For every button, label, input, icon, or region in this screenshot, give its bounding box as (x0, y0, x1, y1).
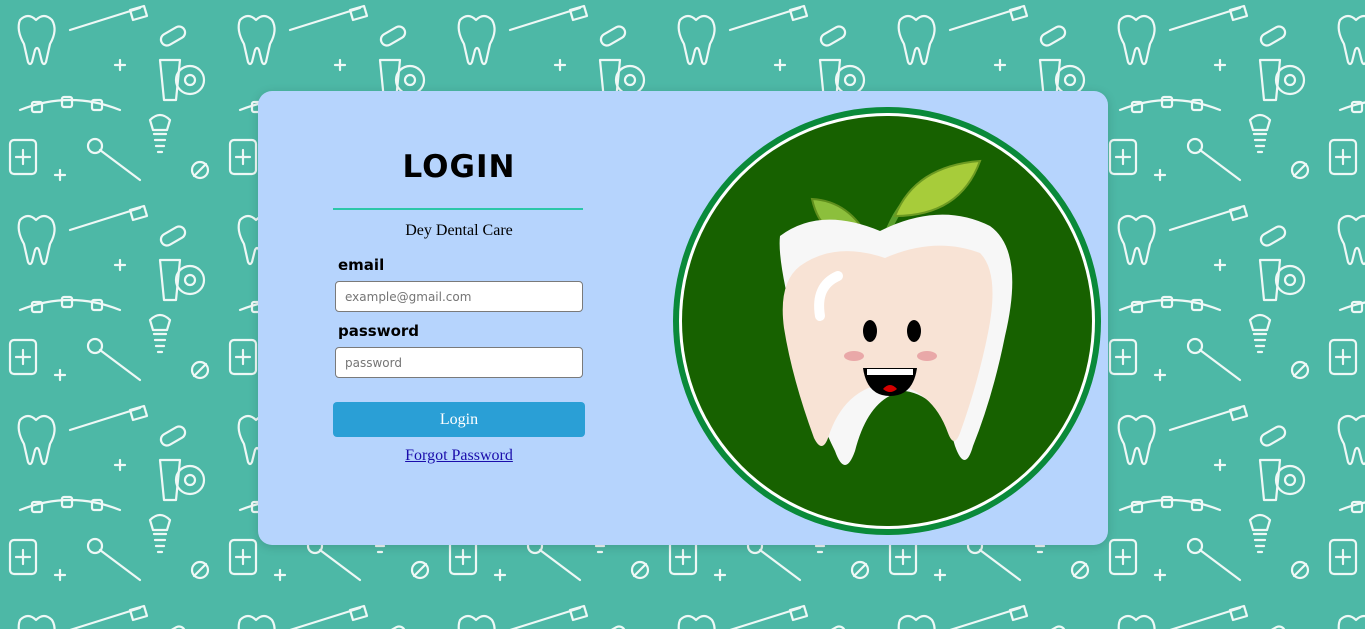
password-field[interactable] (335, 347, 583, 378)
page-title: LOGIN (402, 149, 516, 185)
email-field[interactable] (335, 281, 583, 312)
title-divider (333, 208, 583, 210)
login-card: LOGIN Dey Dental Care email password Log… (258, 91, 1108, 545)
password-label: password (338, 322, 420, 340)
clinic-name: Dey Dental Care (405, 222, 513, 239)
smiling-tooth-with-leaves-logo (673, 107, 1101, 535)
forgot-password-link[interactable]: Forgot Password (333, 447, 585, 465)
login-button[interactable]: Login (333, 402, 585, 437)
email-label: email (338, 256, 385, 274)
